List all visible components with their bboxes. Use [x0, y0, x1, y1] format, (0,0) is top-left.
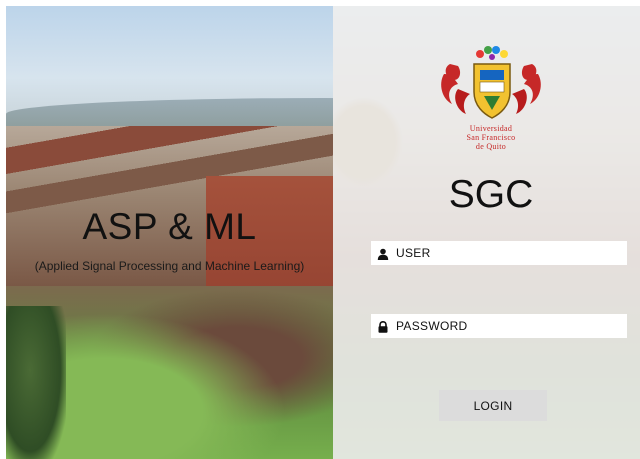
- university-name-line-3: de Quito: [475, 142, 507, 151]
- user-icon: [377, 247, 389, 260]
- lab-subtitle: (Applied Signal Processing and Machine L…: [34, 259, 305, 273]
- university-name: Universidad San Francisco de Quito: [446, 124, 536, 151]
- login-screen: ASP & ML (Applied Signal Processing and …: [6, 6, 640, 459]
- login-button[interactable]: LOGIN: [439, 390, 547, 421]
- app-title: SGC: [448, 173, 534, 216]
- lock-icon: [377, 320, 389, 333]
- password-placeholder: PASSWORD: [396, 319, 468, 333]
- username-placeholder: USER: [396, 246, 431, 260]
- university-name-line-1: Universidad: [469, 124, 513, 133]
- university-name-line-2: San Francisco: [466, 133, 516, 142]
- lab-title: ASP & ML: [82, 206, 257, 247]
- password-field[interactable]: PASSWORD: [371, 314, 627, 338]
- background-trees: [6, 306, 66, 459]
- username-field[interactable]: USER: [371, 241, 627, 265]
